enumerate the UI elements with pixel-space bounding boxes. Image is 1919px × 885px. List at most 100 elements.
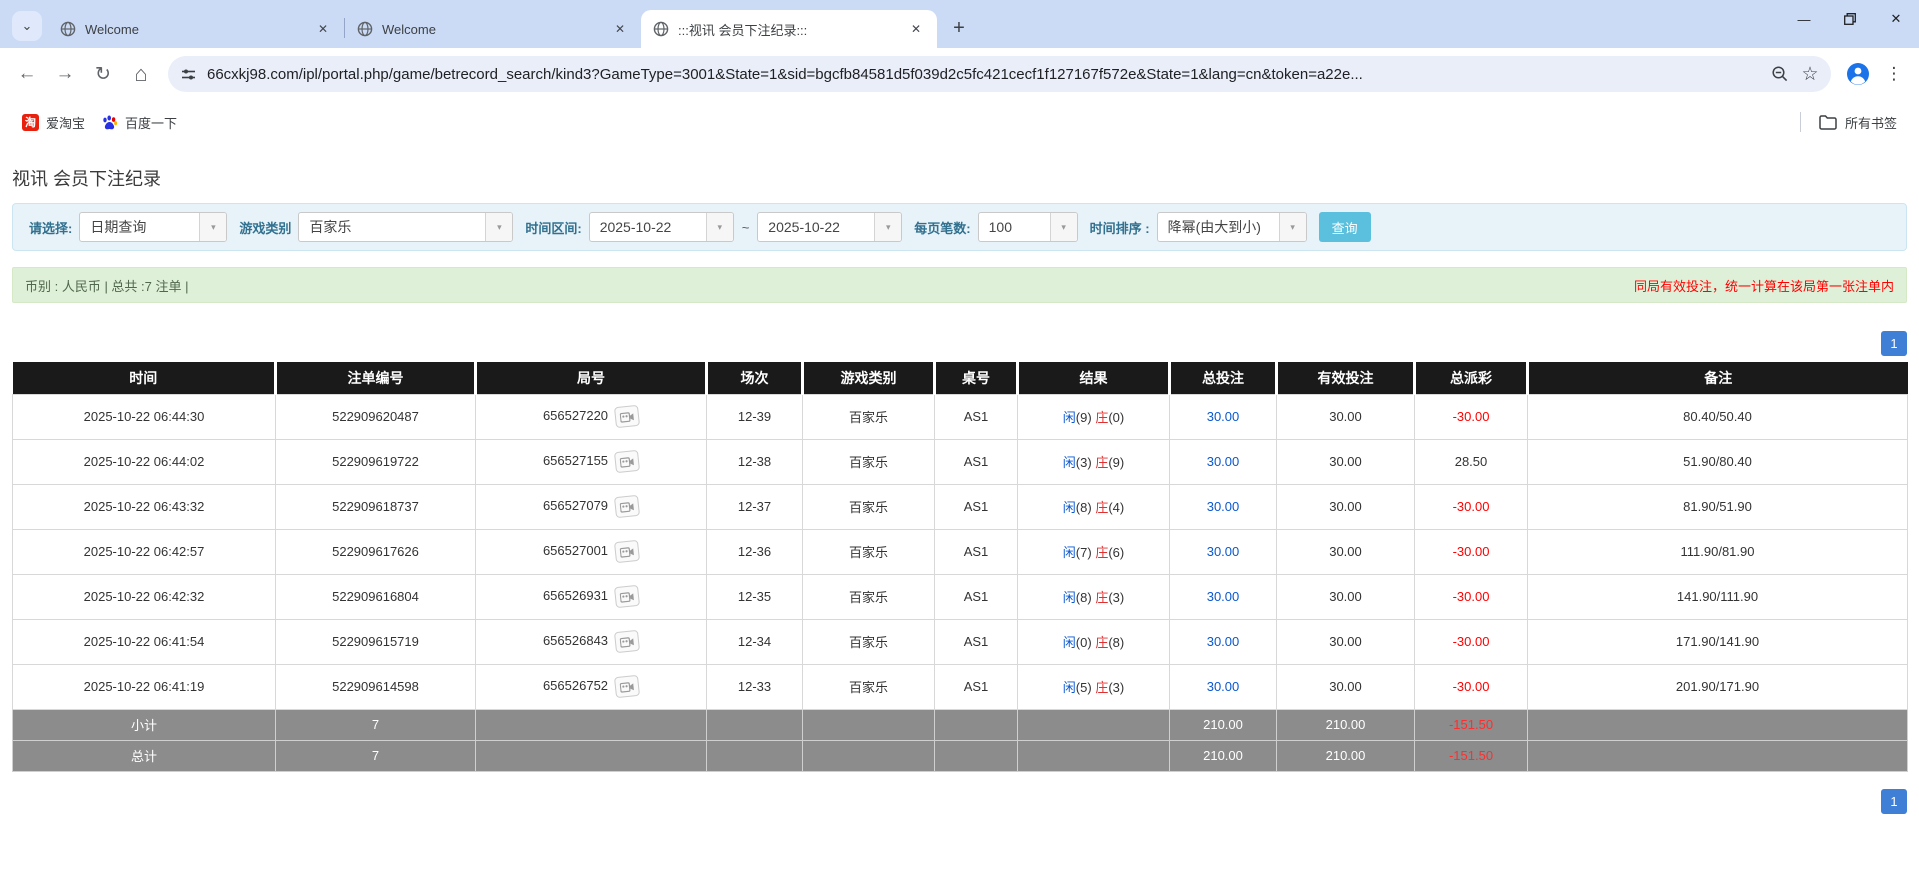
round-id: 656526843 (542, 632, 609, 648)
session-cell: 12-33 (706, 663, 803, 710)
empty-cell (934, 708, 1018, 741)
total-bet-link[interactable]: 30.00 (1169, 528, 1277, 575)
close-icon[interactable]: ✕ (907, 20, 925, 38)
restore-button[interactable] (1827, 0, 1873, 38)
tab-welcome-2[interactable]: Welcome ✕ (345, 10, 641, 48)
video-replay-icon[interactable] (613, 629, 641, 654)
valid-bet-cell: 30.00 (1276, 618, 1415, 665)
total-valid-bet: 210.00 (1276, 739, 1415, 772)
time-cell: 2025-10-22 06:44:30 (12, 393, 276, 440)
round-id: 656526931 (542, 587, 609, 603)
all-bookmarks-button[interactable]: 所有书签 (1811, 108, 1905, 137)
header-bet-id: 注单编号 (274, 362, 476, 394)
zoom-out-icon[interactable] (1765, 59, 1795, 89)
player-score: (7) (1075, 545, 1092, 560)
new-tab-button[interactable]: + (945, 14, 973, 42)
player-score: (8) (1075, 590, 1092, 605)
video-replay-icon[interactable] (613, 539, 641, 564)
valid-bet-cell: 30.00 (1276, 483, 1415, 530)
forward-icon[interactable]: → (48, 57, 82, 91)
tab-betrecord-active[interactable]: :::视讯 会员下注纪录::: ✕ (641, 10, 937, 48)
reload-icon[interactable]: ↻ (86, 57, 120, 91)
url-bar[interactable]: 66cxkj98.com/ipl/portal.php/game/betreco… (168, 56, 1831, 92)
tilde-separator: ~ (741, 219, 750, 235)
video-replay-icon[interactable] (613, 494, 641, 519)
page-1-button[interactable]: 1 (1881, 788, 1907, 814)
empty-cell (802, 739, 935, 772)
back-icon[interactable]: ← (10, 57, 44, 91)
total-bet-link[interactable]: 30.00 (1169, 663, 1277, 710)
total-bet-link[interactable]: 30.00 (1169, 438, 1277, 485)
round-cell: 656526931 (475, 573, 707, 620)
profile-avatar-icon[interactable] (1841, 57, 1875, 91)
info-notice: 同局有效投注，统一计算在该局第一张注单内 (1633, 278, 1894, 294)
video-replay-icon[interactable] (613, 449, 641, 474)
player-result: 闲 (1062, 545, 1076, 560)
menu-kebab-icon[interactable]: ⋮ (1879, 57, 1909, 91)
window-controls: — ✕ (1781, 0, 1919, 38)
empty-cell (706, 708, 803, 741)
time-cell: 2025-10-22 06:44:02 (12, 438, 276, 485)
total-bet-link[interactable]: 30.00 (1169, 573, 1277, 620)
chevron-down-icon: ▾ (485, 213, 513, 241)
subtotal-payout: -151.50 (1414, 708, 1528, 741)
player-score: (5) (1075, 680, 1092, 695)
game-type-label: 游戏类别 (239, 220, 292, 236)
payout-cell: -30.00 (1414, 663, 1528, 710)
total-bet-link[interactable]: 30.00 (1169, 483, 1277, 530)
round-cell: 656527001 (475, 528, 707, 575)
close-icon[interactable]: ✕ (314, 20, 332, 38)
minimize-button[interactable]: — (1781, 0, 1827, 38)
sort-label: 时间排序 : (1089, 220, 1150, 236)
game-type-select[interactable]: 百家乐 ▾ (298, 212, 514, 242)
valid-bet-cell: 30.00 (1276, 438, 1415, 485)
tab-title: Welcome (85, 21, 139, 37)
payout-cell: -30.00 (1414, 483, 1528, 530)
site-info-icon[interactable] (180, 66, 197, 83)
empty-cell (934, 739, 1018, 772)
bet-id-cell: 522909618737 (275, 483, 476, 530)
note-cell: 81.90/51.90 (1527, 483, 1908, 530)
bet-id-cell: 522909616804 (275, 573, 476, 620)
chevron-down-icon: ▾ (1278, 213, 1306, 241)
date-from-select[interactable]: 2025-10-22 ▾ (588, 212, 734, 242)
subtotal-valid-bet: 210.00 (1276, 708, 1415, 741)
table-row: 2025-10-22 06:43:32 522909618737 6565270… (12, 483, 1908, 530)
page-size-select[interactable]: 100 ▾ (977, 212, 1078, 242)
table-row: 2025-10-22 06:44:30 522909620487 6565272… (12, 393, 1908, 440)
bet-records-table: 时间 注单编号 局号 场次 游戏类别 桌号 结果 总投注 有效投注 总派彩 备注… (12, 362, 1908, 772)
empty-cell (1527, 708, 1908, 741)
bet-id-cell: 522909620487 (275, 393, 476, 440)
session-cell: 12-38 (706, 438, 803, 485)
note-cell: 80.40/50.40 (1527, 393, 1908, 440)
page-content: 视讯 会员下注纪录 请选择: 日期查询 ▾ 游戏类别 百家乐 ▾ 时间区间: 2… (0, 165, 1919, 814)
note-cell: 111.90/81.90 (1527, 528, 1908, 575)
payout-cell: -30.00 (1414, 573, 1528, 620)
video-replay-icon[interactable] (613, 404, 641, 429)
page-size-value: 100 (988, 219, 1012, 235)
total-bet-link[interactable]: 30.00 (1169, 393, 1277, 440)
tab-search-button[interactable]: ⌄ (12, 11, 42, 41)
video-replay-icon[interactable] (613, 674, 641, 699)
date-to-select[interactable]: 2025-10-22 ▾ (757, 212, 903, 242)
bookmark-star-icon[interactable]: ☆ (1795, 59, 1825, 89)
header-time: 时间 (12, 362, 276, 394)
close-window-button[interactable]: ✕ (1873, 0, 1919, 38)
bookmark-baidu[interactable]: 百度一下 (93, 108, 185, 137)
page-1-button[interactable]: 1 (1881, 331, 1907, 356)
bookmark-aitaobao[interactable]: 淘 爱淘宝 (14, 108, 93, 137)
banker-score: (3) (1108, 590, 1125, 605)
tab-title: :::视讯 会员下注纪录::: (678, 22, 808, 38)
table-no-cell: AS1 (934, 573, 1018, 620)
sort-select[interactable]: 降幂(由大到小) ▾ (1156, 212, 1307, 242)
total-bet-link[interactable]: 30.00 (1169, 618, 1277, 665)
close-icon[interactable]: ✕ (611, 20, 629, 38)
home-icon[interactable]: ⌂ (124, 57, 158, 91)
search-button[interactable]: 查询 (1318, 212, 1371, 242)
banker-result: 庄 (1095, 410, 1109, 425)
bookmarks-divider (1799, 112, 1801, 132)
video-replay-icon[interactable] (613, 584, 641, 609)
tab-welcome-1[interactable]: Welcome ✕ (48, 10, 344, 48)
chevron-down-icon: ▾ (1049, 213, 1077, 241)
query-type-select[interactable]: 日期查询 ▾ (79, 212, 228, 242)
